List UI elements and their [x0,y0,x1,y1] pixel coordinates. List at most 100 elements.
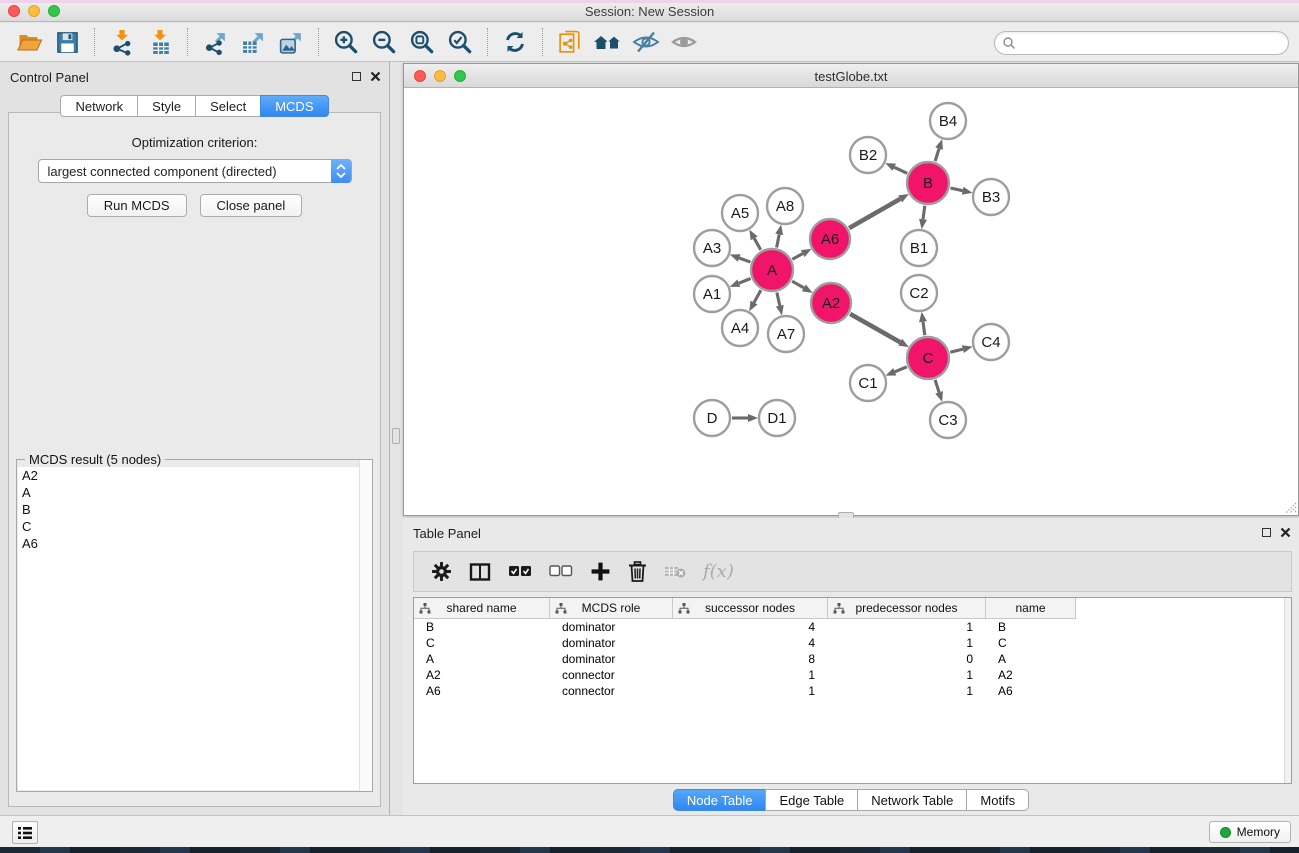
network-window-titlebar[interactable]: testGlobe.txt [404,64,1298,88]
cell-successor-nodes[interactable]: 1 [673,668,828,682]
save-session-button[interactable] [48,26,86,58]
graph-node-C4[interactable]: C4 [973,324,1009,360]
mcds-result-item[interactable]: A6 [18,535,371,552]
graph-edge-A6-B[interactable] [849,199,900,228]
memory-button[interactable]: Memory [1209,821,1291,843]
cell-successor-nodes[interactable]: 4 [673,636,828,650]
mcds-result-item[interactable]: A2 [18,467,371,484]
graph-node-A8[interactable]: A8 [767,188,803,224]
graph-edge-A-A7[interactable] [777,293,780,306]
unselect-all-columns-icon[interactable] [549,565,573,579]
graph-node-B2[interactable]: B2 [850,137,886,173]
graph-node-B3[interactable]: B3 [973,179,1009,215]
vertical-splitter-handle[interactable] [392,428,400,444]
network-from-file-button[interactable] [551,26,589,58]
column-header-successor-nodes[interactable]: successor nodes [673,598,828,618]
graph-node-A6[interactable]: A6 [810,219,850,259]
result-scrollbar[interactable] [359,460,372,791]
export-network-button[interactable] [196,26,234,58]
graph-edge-B-B4[interactable] [935,149,939,162]
graph-edge-B-B3[interactable] [951,188,963,191]
graph-edge-C-C4[interactable] [950,349,963,352]
graph-edge-A-A5[interactable] [754,238,761,250]
column-header-name[interactable]: name [986,598,1076,618]
graph-edge-A-A4[interactable] [754,290,761,303]
table-row[interactable]: Bdominator41B [414,619,1291,635]
close-table-panel-icon[interactable] [1280,527,1291,538]
tab-network[interactable]: Network [60,95,137,117]
select-all-columns-icon[interactable] [508,565,532,579]
graph-edge-B-B2[interactable] [894,167,907,173]
graph-edge-A-A6[interactable] [792,254,802,260]
column-header-predecessor-nodes[interactable]: predecessor nodes [828,598,986,618]
open-session-button[interactable] [10,26,48,58]
cell-shared-name[interactable]: A6 [414,684,550,698]
show-all-button[interactable] [665,26,703,58]
graph-node-A5[interactable]: A5 [722,195,758,231]
mcds-result-item[interactable]: C [18,518,371,535]
close-panel-button[interactable]: Close panel [200,194,303,217]
graph-edge-A-A1[interactable] [739,279,751,284]
cell-predecessor-nodes[interactable]: 0 [828,652,986,666]
cell-name[interactable]: A [986,652,1076,666]
graph-node-C[interactable]: C [907,337,949,379]
graph-edge-A2-C[interactable] [850,314,900,342]
zoom-selected-button[interactable] [441,26,479,58]
table-row[interactable]: Cdominator41C [414,635,1291,651]
column-header-shared-name[interactable]: shared name [414,598,550,618]
import-network-button[interactable] [103,26,141,58]
network-canvas[interactable]: B4B2BB3A8A5A6A3B1AC2A1A2A4A7C4CC1DD1C3 [404,88,1298,515]
tab-node-table[interactable]: Node Table [673,789,766,811]
graph-node-A7[interactable]: A7 [768,316,804,352]
graph-edge-B-B1[interactable] [923,206,925,220]
cell-mcds-role[interactable]: dominator [550,652,673,666]
table-row[interactable]: A6connector11A6 [414,683,1291,699]
cell-shared-name[interactable]: B [414,620,550,634]
zoom-fit-button[interactable] [403,26,441,58]
delete-column-trash-icon[interactable] [628,561,647,582]
cell-predecessor-nodes[interactable]: 1 [828,620,986,634]
apply-layout-button[interactable] [496,26,534,58]
cell-name[interactable]: B [986,620,1076,634]
table-row[interactable]: Adominator80A [414,651,1291,667]
graph-edge-C-C1[interactable] [895,367,907,372]
cell-successor-nodes[interactable]: 1 [673,684,828,698]
search-field[interactable] [994,31,1289,55]
cell-predecessor-nodes[interactable]: 1 [828,684,986,698]
mcds-result-item[interactable]: B [18,501,371,518]
graph-node-C1[interactable]: C1 [850,365,886,401]
graph-node-C3[interactable]: C3 [930,402,966,438]
run-mcds-button[interactable]: Run MCDS [87,194,187,217]
graph-node-B[interactable]: B [907,162,949,204]
graph-edge-C-C3[interactable] [935,380,939,393]
export-image-button[interactable] [272,26,310,58]
tab-network-table[interactable]: Network Table [857,789,966,811]
tab-style[interactable]: Style [137,95,195,117]
graph-node-A1[interactable]: A1 [694,276,730,312]
zoom-out-button[interactable] [365,26,403,58]
export-table-button[interactable] [234,26,272,58]
graph-node-A4[interactable]: A4 [722,310,758,346]
cell-name[interactable]: A2 [986,668,1076,682]
mcds-result-list[interactable]: A2ABCA6 [18,467,371,790]
graph-node-B1[interactable]: B1 [901,230,937,266]
cell-mcds-role[interactable]: connector [550,668,673,682]
graph-edge-A-A8[interactable] [777,234,780,247]
cell-name[interactable]: C [986,636,1076,650]
graph-node-D[interactable]: D [694,400,730,436]
graph-node-D1[interactable]: D1 [759,400,795,436]
table-row[interactable]: A2connector11A2 [414,667,1291,683]
search-input[interactable] [1016,33,1288,53]
task-history-button[interactable] [12,821,38,844]
tab-select[interactable]: Select [195,95,260,117]
graph-node-A2[interactable]: A2 [811,283,851,323]
table-scrollbar[interactable] [1284,598,1291,783]
cell-predecessor-nodes[interactable]: 1 [828,668,986,682]
graph-node-A3[interactable]: A3 [694,230,730,266]
graph-edge-A-A2[interactable] [792,281,804,288]
cell-shared-name[interactable]: A2 [414,668,550,682]
graph-node-A[interactable]: A [751,249,793,291]
tab-motifs[interactable]: Motifs [966,789,1029,811]
graph-node-C2[interactable]: C2 [901,275,937,311]
cell-mcds-role[interactable]: dominator [550,636,673,650]
